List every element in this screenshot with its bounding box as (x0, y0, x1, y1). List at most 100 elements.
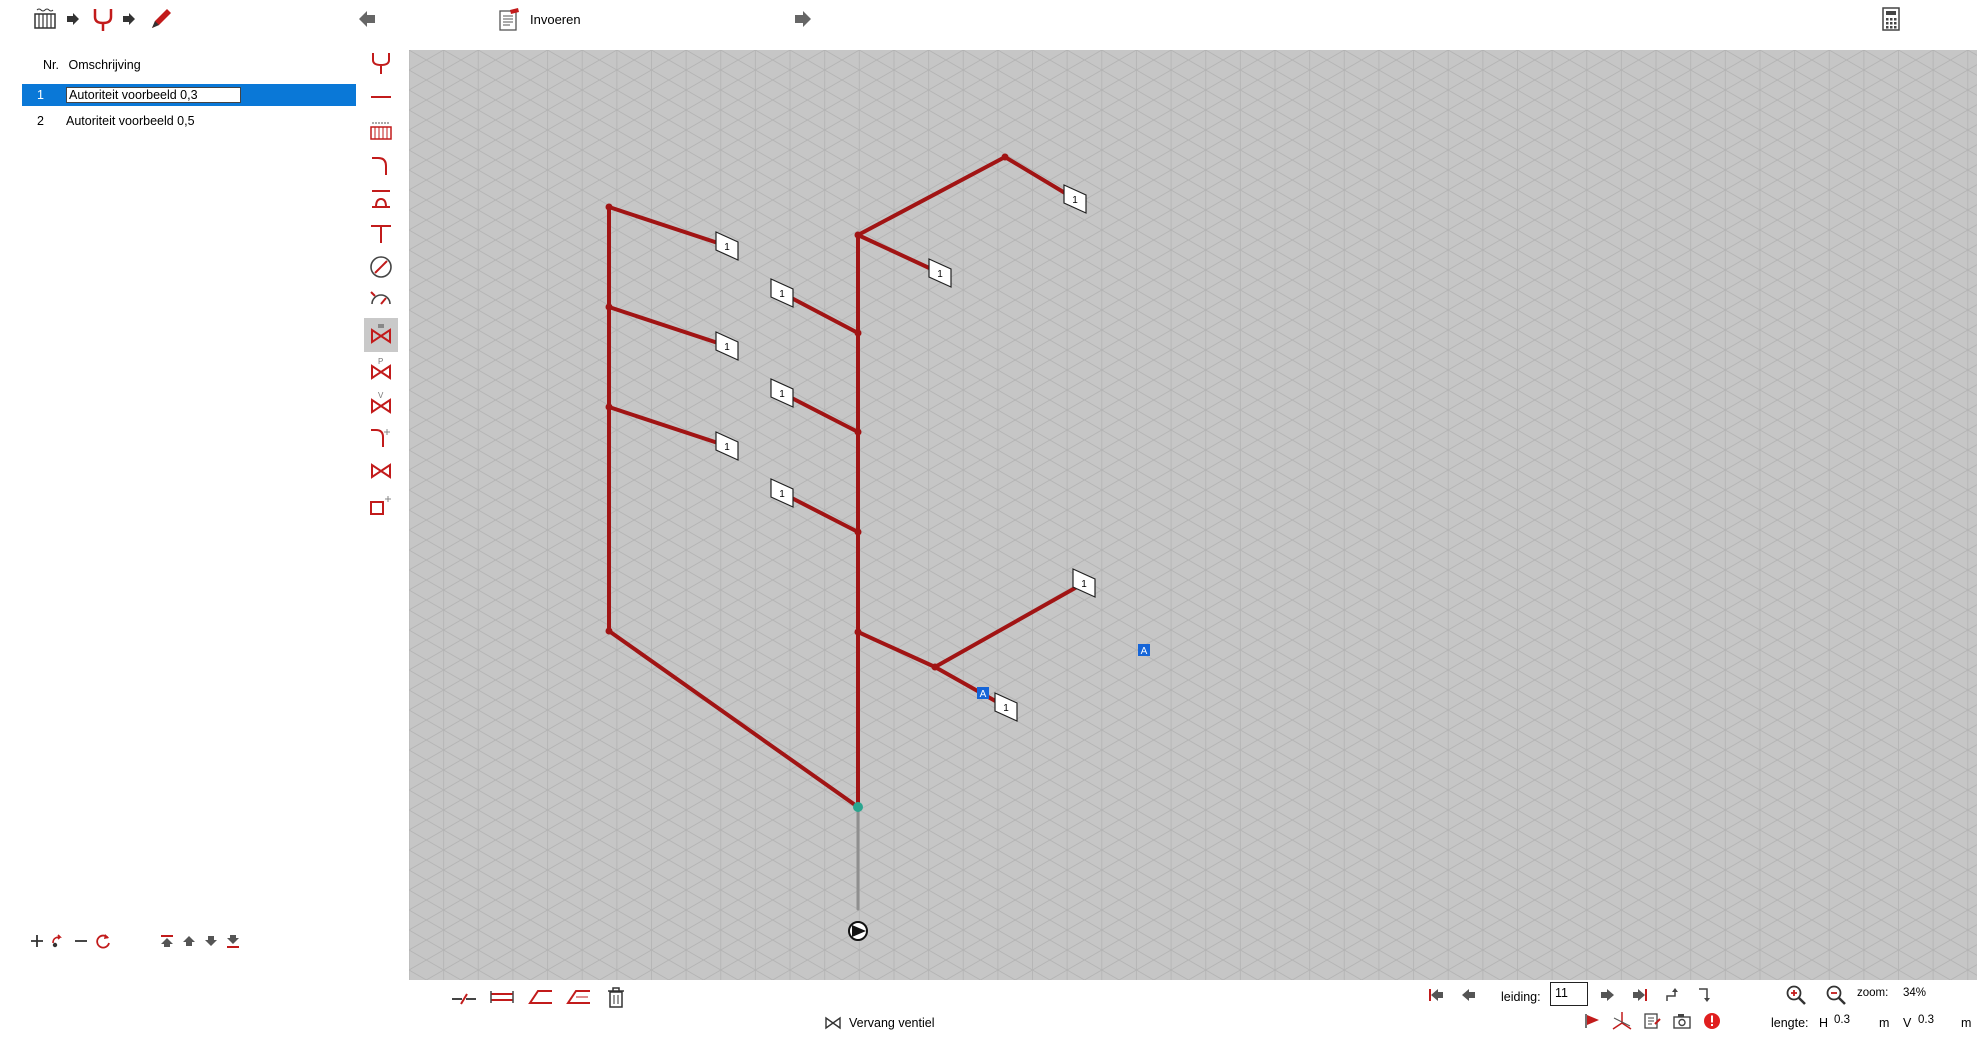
valve-marker-label: A (980, 689, 987, 700)
error-icon[interactable] (1701, 1010, 1723, 1032)
offset-left-icon[interactable] (525, 986, 555, 1008)
stretch-pipe-icon[interactable] (487, 986, 517, 1008)
pipe-node[interactable] (854, 231, 862, 239)
previous-icon[interactable] (1457, 984, 1479, 1006)
h-value[interactable]: 0.3 (1834, 1014, 1850, 1026)
zoom-out-icon[interactable] (1823, 982, 1849, 1008)
tee-icon[interactable] (364, 216, 398, 250)
list-item-desc: Autoriteit voorbeeld 0,5 (66, 114, 195, 128)
add-box-icon[interactable] (364, 488, 398, 522)
v-value[interactable]: 0.3 (1918, 1014, 1934, 1026)
add-icon[interactable] (26, 930, 48, 952)
radiator-tag-label: 1 (779, 489, 785, 500)
bridge-icon[interactable] (364, 182, 398, 216)
header-omschrijving: Omschrijving (68, 58, 141, 72)
axes-icon[interactable] (1611, 1010, 1633, 1032)
valve-marker[interactable]: A (977, 687, 989, 700)
radiator-tag-label: 1 (779, 389, 785, 400)
svg-text:V: V (378, 391, 384, 400)
valve-marker-label: A (1141, 646, 1148, 657)
pressure-gauge-icon[interactable] (364, 284, 398, 318)
pipe-node[interactable] (1001, 153, 1009, 161)
pipe-node[interactable] (605, 403, 613, 411)
branch-up-icon[interactable] (1661, 984, 1683, 1006)
svg-text:P: P (378, 357, 383, 366)
invoeren-label: Invoeren (530, 12, 581, 27)
valve-v-icon[interactable]: V (364, 386, 398, 420)
top-toolbar: Invoeren (0, 0, 1977, 46)
valve-tool-icon[interactable] (364, 318, 398, 352)
list-item-edit-field[interactable]: Autoriteit voorbeeld 0,3 (66, 87, 241, 103)
valve-marker[interactable]: A (1138, 644, 1150, 657)
radiator-tool-icon[interactable] (364, 114, 398, 148)
play-flag-icon[interactable] (1581, 1010, 1603, 1032)
arrow-right-icon (58, 4, 88, 34)
arrow-right-icon (114, 4, 144, 34)
add-elbow-icon[interactable] (364, 420, 398, 454)
remove-icon[interactable] (70, 930, 92, 952)
drawing-canvas[interactable]: 1 1 1 1 1 1 1 1 1 1 A A (409, 50, 1977, 980)
pipe-node[interactable] (605, 203, 613, 211)
pipe-node[interactable] (854, 628, 862, 636)
gauge-icon[interactable] (364, 250, 398, 284)
radiator-tag-label: 1 (1081, 579, 1087, 590)
arrow-right-icon[interactable] (788, 4, 818, 34)
edit-sheet-icon[interactable] (1641, 1010, 1663, 1032)
pencil-icon[interactable] (146, 4, 176, 34)
leiding-input[interactable]: 11 (1550, 982, 1588, 1006)
offset-right-icon[interactable] (563, 986, 593, 1008)
calculator-icon[interactable] (1876, 4, 1906, 34)
header-nr: Nr. (43, 58, 59, 72)
v-label: V (1903, 1016, 1912, 1030)
elbow-icon[interactable] (364, 148, 398, 182)
radiator-tag-label: 1 (724, 342, 730, 353)
list-item-nr: 1 (37, 88, 44, 102)
h-unit: m (1879, 1016, 1890, 1030)
radiator-icon[interactable] (30, 4, 60, 34)
pipe-node[interactable] (605, 627, 613, 635)
pipe-straight-icon[interactable] (364, 80, 398, 114)
valve-icon[interactable] (364, 454, 398, 488)
vervang-ventiel-button[interactable]: Vervang ventiel (849, 1016, 934, 1030)
radiator-tag-label: 1 (937, 269, 943, 280)
list-item[interactable]: 2 Autoriteit voorbeeld 0,5 (22, 110, 356, 132)
zoom-in-icon[interactable] (1783, 982, 1809, 1008)
refresh-icon[interactable] (92, 930, 114, 952)
split-pipe-icon[interactable] (449, 986, 479, 1008)
pipe-node[interactable] (931, 663, 939, 671)
lengte-label: lengte: (1771, 1016, 1809, 1030)
pipe-node[interactable] (854, 428, 862, 436)
document-icon[interactable] (494, 4, 524, 34)
list-actions (26, 930, 114, 952)
first-icon[interactable] (1425, 984, 1447, 1006)
list-item-nr: 2 (37, 114, 44, 128)
order-actions (156, 930, 244, 952)
branch-down-icon[interactable] (1693, 984, 1715, 1006)
pipe-node[interactable] (854, 329, 862, 337)
trash-icon[interactable] (601, 986, 631, 1008)
arrow-left-icon[interactable] (352, 4, 382, 34)
pipe-node[interactable] (854, 528, 862, 536)
move-up-icon[interactable] (178, 930, 200, 952)
valve-small-icon (825, 1016, 841, 1033)
move-bottom-icon[interactable] (222, 930, 244, 952)
leiding-label: leiding: (1501, 990, 1541, 1004)
move-top-icon[interactable] (156, 930, 178, 952)
valve-p-icon[interactable]: P (364, 352, 398, 386)
next-icon[interactable] (1597, 984, 1619, 1006)
bottom-toolbar: Vervang ventiel leiding: zoom: 34% lengt… (409, 980, 1977, 1042)
move-down-icon[interactable] (200, 930, 222, 952)
component-toolbar: P V (360, 46, 410, 566)
v-unit: m (1961, 1016, 1972, 1030)
radiator-tag-label: 1 (1072, 195, 1078, 206)
junction-node[interactable] (853, 802, 863, 812)
isometric-drawing[interactable]: 1 1 1 1 1 1 1 1 1 1 A A (409, 50, 1977, 980)
copy-icon[interactable] (48, 930, 70, 952)
last-icon[interactable] (1629, 984, 1651, 1006)
list-item[interactable]: 1 Autoriteit voorbeeld 0,3 (22, 84, 356, 106)
pipe-node[interactable] (605, 303, 613, 311)
zoom-label: zoom: (1857, 987, 1889, 999)
camera-icon[interactable] (1671, 1010, 1693, 1032)
list-header: Nr. Omschrijving (43, 58, 147, 72)
pipe-fitting-tool-icon[interactable] (364, 46, 398, 80)
